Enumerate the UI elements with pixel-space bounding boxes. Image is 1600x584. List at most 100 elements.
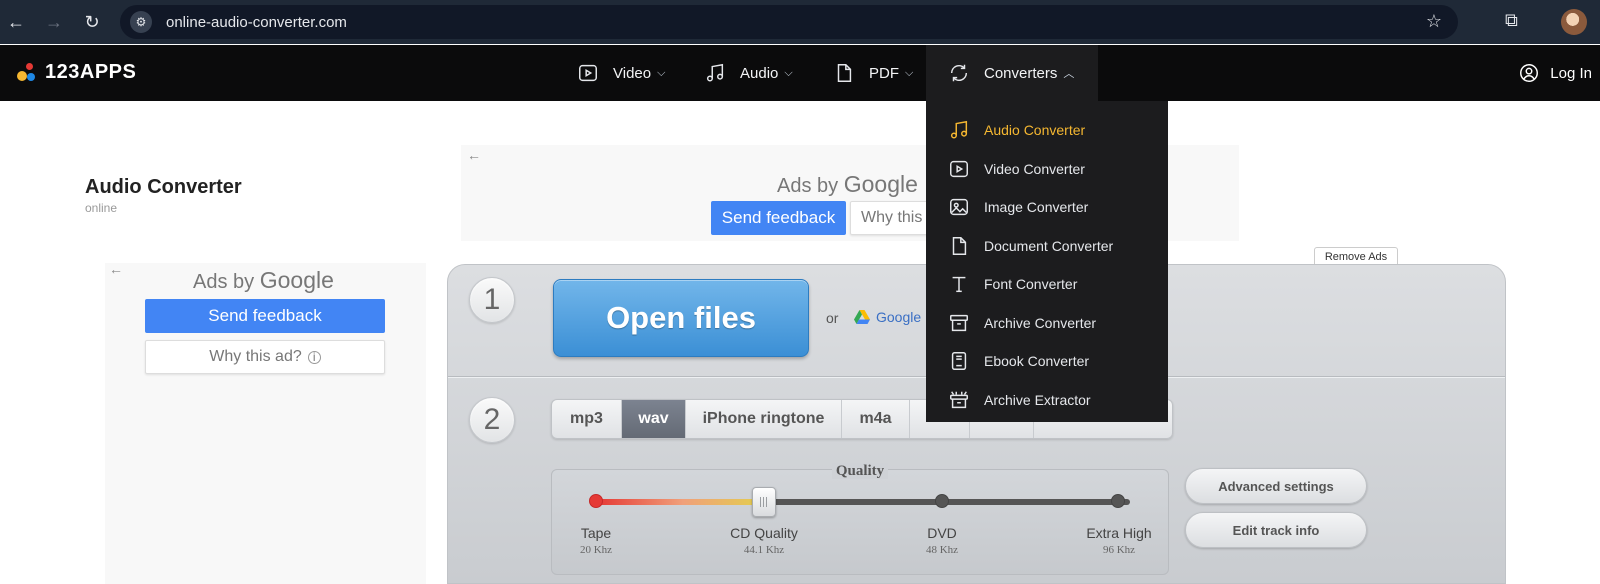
menu-item-label: Document Converter [984,237,1114,254]
forward-icon[interactable]: → [40,8,68,36]
menu-item-label: Archive Converter [984,314,1097,331]
why-this-ad-button[interactable]: Why this ad? i [145,340,385,374]
menu-item-font-converter[interactable]: Font Converter [926,265,1168,304]
menu-item-label: Audio Converter [984,122,1086,139]
quality-track[interactable] [597,499,1130,505]
menu-item-label: Ebook Converter [984,353,1090,370]
menu-item-ebook-converter[interactable]: Ebook Converter [926,342,1168,381]
menu-item-label: Image Converter [984,199,1089,216]
quality-label: Quality [831,463,889,479]
menu-item-archive-extractor[interactable]: Archive Extractor [926,381,1168,420]
quality-stop-extra-high[interactable] [1111,494,1125,508]
ads-by-google: Ads by Google [193,267,334,294]
chevron-up-icon: ︿ [1063,68,1075,80]
quality-name-tape: Tape [580,525,612,541]
send-feedback-button[interactable]: Send feedback [145,299,385,333]
or-label: or [826,310,839,326]
nav-audio-label: Audio [740,64,779,82]
nav-video[interactable]: Video ⌵ [577,45,665,101]
document-icon [952,236,967,255]
step-number: 1 [469,277,515,323]
ads-by-google: Ads by Google [777,171,918,198]
quality-rate-extra-high: 96 Khz [1102,544,1136,556]
url-text[interactable]: online-audio-converter.com [166,14,347,31]
browser-toolbar: ← → ↻ ⚙ online-audio-converter.com ☆ ⧉ [0,0,1600,44]
site-settings-icon[interactable]: ⚙ [130,11,152,33]
menu-item-video-converter[interactable]: Video Converter [926,150,1168,189]
video-icon [950,160,968,177]
edit-track-info-button[interactable]: Edit track info [1185,512,1367,548]
image-icon [950,199,968,216]
why-this-ad-label: Why this ad? [209,348,302,365]
reload-icon[interactable]: ↻ [78,8,106,36]
google-wordmark: Google [843,171,918,197]
quality-name-extra-high: Extra High [1086,525,1152,541]
logo-text: 123APPS [45,61,137,83]
menu-item-label: Font Converter [984,276,1078,293]
format-mp3[interactable]: mp3 [552,400,622,438]
quality-rate-dvd: 48 Khz [925,544,959,556]
info-icon: i [307,350,321,364]
nav-pdf[interactable]: PDF ⌵ [833,45,913,101]
google-wordmark: Google [259,267,334,293]
quality-stop-dvd[interactable] [935,494,949,508]
back-arrow-icon[interactable]: ← [109,261,123,277]
quality-slider-handle[interactable] [752,487,776,517]
video-icon [579,64,597,82]
advanced-settings-button[interactable]: Advanced settings [1185,468,1367,504]
archive-extractor-icon [950,391,968,408]
send-feedback-button[interactable]: Send feedback [711,201,846,235]
address-bar[interactable]: ⚙ online-audio-converter.com ☆ [120,5,1458,39]
chevron-down-icon: ⌵ [905,66,914,79]
font-icon [952,277,966,293]
ebook-icon [951,352,967,371]
quality-rate-cd: 44.1 Khz [743,544,785,556]
step-number: 2 [469,397,515,443]
back-icon[interactable]: ← [2,8,30,36]
menu-item-label: Archive Extractor [984,391,1091,408]
quality-name-cd: CD Quality [730,525,798,541]
menu-item-audio-converter[interactable]: Audio Converter [926,111,1168,150]
nav-converters-label: Converters [984,64,1058,82]
back-arrow-icon[interactable]: ← [467,147,481,163]
nav-audio[interactable]: Audio ⌵ [704,45,793,101]
quality-heading: Quality [552,463,1168,480]
quality-slider-box: Quality Tape 20 Khz CD Quality 44.1 Khz … [551,463,1169,575]
logo[interactable]: 123APPS [17,61,136,84]
site-header: 123APPS Video ⌵ Audio ⌵ PDF ⌵ Converters… [0,45,1600,101]
avatar[interactable] [1561,9,1587,35]
menu-item-image-converter[interactable]: Image Converter [926,188,1168,227]
quality-stop-tape[interactable] [589,494,603,508]
quality-track-fill [597,499,769,505]
ads-by-label: Ads by [777,175,839,197]
convert-icon [950,64,968,82]
archive-icon [950,314,968,331]
format-m4a[interactable]: m4a [842,400,910,438]
nav-video-label: Video [613,64,652,82]
login-label: Log In [1550,64,1592,82]
quality-name-dvd: DVD [927,525,957,541]
menu-item-document-converter[interactable]: Document Converter [926,227,1168,266]
google-drive-link[interactable]: Google D [854,309,935,325]
google-drive-icon [854,310,870,324]
chevron-down-icon: ⌵ [657,66,666,79]
format-wav[interactable]: wav [622,400,686,438]
music-note-icon [950,121,968,139]
converters-dropdown: Audio Converter Video Converter Image Co… [926,101,1168,422]
ads-by-label: Ads by [193,271,255,293]
page-title: Audio Converter [85,176,242,198]
extensions-icon[interactable]: ⧉ [1505,10,1518,31]
menu-item-archive-converter[interactable]: Archive Converter [926,304,1168,343]
user-icon [1520,64,1539,82]
logo-dots-icon [17,62,37,83]
page-subtitle: online [85,201,118,215]
ad-banner-left: ← Ads by Google Send feedback Why this a… [105,261,426,584]
format-iphone-ringtone[interactable]: iPhone ringtone [686,400,842,438]
login-link[interactable]: Log In [1518,45,1592,101]
nav-converters[interactable]: Converters ︿ [926,45,1099,101]
chevron-down-icon: ⌵ [784,66,793,79]
open-files-button[interactable]: Open files [553,279,809,357]
music-note-icon [706,63,724,82]
bookmark-star-icon[interactable]: ☆ [1426,11,1442,32]
nav-pdf-label: PDF [869,64,899,82]
